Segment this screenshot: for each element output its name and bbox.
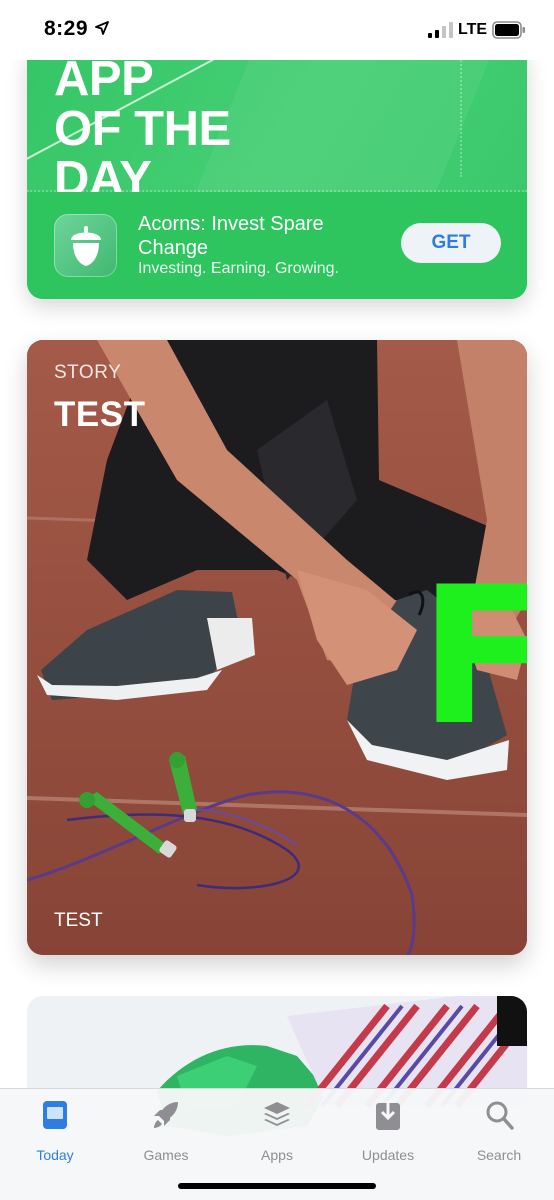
app-of-the-day-card[interactable]: APP OF THE DAY Acorns: Invest Spare Chan… xyxy=(27,45,527,299)
network-type: LTE xyxy=(458,21,488,38)
download-icon xyxy=(376,1101,400,1130)
layers-icon xyxy=(264,1102,290,1126)
featured-app-row: Acorns: Invest Spare Change Investing. E… xyxy=(27,192,527,299)
battery-icon xyxy=(492,21,525,39)
search-icon xyxy=(486,1101,514,1130)
acorn-icon[interactable] xyxy=(54,214,117,277)
tab-updates[interactable]: Updates xyxy=(333,1099,443,1165)
today-icon xyxy=(43,1101,67,1129)
story-title: TEST xyxy=(54,395,146,434)
rocket-icon xyxy=(154,1102,178,1128)
tab-today[interactable]: Today xyxy=(0,1099,110,1165)
app-subtitle: Investing. Earning. Growing. xyxy=(138,260,339,277)
story-card[interactable]: STORY TEST F TEST xyxy=(27,340,527,955)
signal-bars-icon xyxy=(428,22,453,38)
status-time: 8:29 xyxy=(44,17,89,40)
status-bar: 8:29 LTE xyxy=(0,0,554,60)
location-arrow-icon xyxy=(95,21,109,35)
overlay-letter: F xyxy=(419,546,527,767)
tab-apps[interactable]: Apps xyxy=(222,1099,332,1165)
story-footer: TEST xyxy=(54,910,103,931)
tab-games[interactable]: Games xyxy=(111,1099,221,1165)
home-indicator[interactable] xyxy=(178,1183,376,1189)
story-label: STORY xyxy=(54,362,122,383)
tab-search[interactable]: Search xyxy=(444,1099,554,1165)
get-button[interactable]: GET xyxy=(401,223,501,263)
app-name: Acorns: Invest Spare Change xyxy=(138,213,324,259)
app-of-the-day-banner: APP OF THE DAY xyxy=(27,45,527,192)
